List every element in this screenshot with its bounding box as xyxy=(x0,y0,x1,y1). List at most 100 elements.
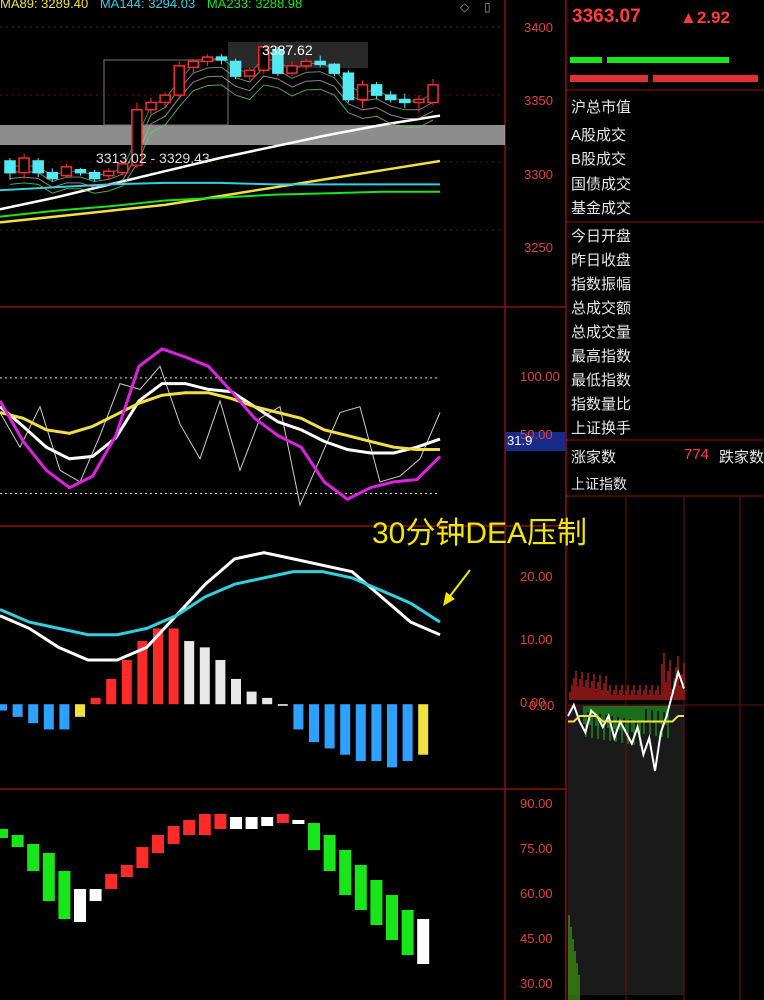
momentum-bar xyxy=(261,817,274,826)
macd-tick: 20.00 xyxy=(520,568,553,584)
price-tick: 3400 xyxy=(524,20,553,36)
candle-body xyxy=(342,72,355,101)
macd-bar xyxy=(215,660,226,705)
momentum-bar xyxy=(401,910,414,955)
momentum-bar xyxy=(230,817,242,829)
kdj-tick: 100.00 xyxy=(520,368,560,384)
momentum-bar xyxy=(183,820,196,835)
macd-dea-line xyxy=(0,570,441,637)
macd-bar xyxy=(402,704,413,762)
momentum-bar xyxy=(89,889,102,901)
macd-tick: 10.00 xyxy=(520,632,553,648)
momentum-bar xyxy=(120,865,133,877)
price-tick: 3250 xyxy=(524,239,553,255)
ma89-legend: MA89: 3289.40 xyxy=(0,0,89,11)
momentum-tick: 75.00 xyxy=(520,841,553,856)
momentum-bar xyxy=(11,835,24,847)
momentum-bar xyxy=(370,880,383,925)
macd-bar xyxy=(59,704,70,730)
candle-body xyxy=(32,160,44,174)
macd-bar xyxy=(184,641,195,705)
momentum-bar xyxy=(58,871,71,919)
stat-label: 昨日收盘 xyxy=(571,252,632,269)
stat-label: 上证换手 xyxy=(571,420,632,437)
momentum-bar xyxy=(167,826,180,844)
macd-bar xyxy=(106,678,117,705)
ma233-legend: MA233: 3288.98 xyxy=(206,0,303,11)
macd-bar xyxy=(168,628,179,705)
candle-body xyxy=(243,69,256,77)
candle-body xyxy=(60,166,73,177)
ratio-bar-red-2 xyxy=(653,75,758,82)
annotation-arrowhead xyxy=(443,592,455,606)
macd-bar xyxy=(121,660,132,705)
momentum-bar xyxy=(27,844,40,871)
stat-label: 总成交额 xyxy=(571,300,632,317)
price-tick: 3350 xyxy=(524,93,553,109)
stat-label: 最低指数 xyxy=(571,372,632,389)
stat-label: 总成交量 xyxy=(571,324,632,341)
macd-bar xyxy=(324,704,335,749)
stat-label: 今日开盘 xyxy=(571,228,632,245)
stat-label: 国债成交 xyxy=(571,176,632,193)
momentum-tick: 60.00 xyxy=(520,886,553,901)
macd-bar xyxy=(90,697,101,705)
momentum-bar xyxy=(198,814,211,835)
stat-label: 基金成交 xyxy=(571,200,632,217)
momentum-tick: 30.00 xyxy=(520,976,553,991)
momentum-bar xyxy=(42,853,55,901)
candle-body xyxy=(187,60,200,69)
ma-legend: MA89: 3289.40 MA144: 3294.03 MA233: 3288… xyxy=(0,0,302,11)
candle-body xyxy=(4,160,16,174)
stat-label: A股成交 xyxy=(571,127,627,144)
ratio-bar-green-1 xyxy=(570,57,602,63)
macd-bar xyxy=(246,691,257,705)
macd-bar xyxy=(75,704,85,717)
stat-label: 最高指数 xyxy=(571,348,632,365)
candle-body xyxy=(74,169,87,174)
ratio-bar-red-1 xyxy=(570,75,648,82)
momentum-bar xyxy=(276,814,289,823)
index-price: 3363.07 xyxy=(572,6,641,27)
macd-bar xyxy=(418,704,429,755)
macd-bar xyxy=(199,647,210,705)
candle-body xyxy=(18,157,30,174)
macd-bar xyxy=(355,704,366,762)
candle-body xyxy=(300,60,312,67)
macd-bar xyxy=(43,704,54,730)
momentum-bar xyxy=(308,823,320,850)
candle-body xyxy=(159,94,171,104)
momentum-tick: 90.00 xyxy=(520,796,553,811)
momentum-bar xyxy=(417,919,430,964)
candle-body xyxy=(201,56,214,63)
toggle-icon[interactable]: ▯ xyxy=(484,0,491,14)
stat-label: 指数量比 xyxy=(571,396,632,413)
macd-bar xyxy=(371,704,382,762)
candle-body xyxy=(102,170,115,177)
ratio-bar-green-2 xyxy=(607,57,729,63)
candle-body xyxy=(215,56,228,61)
momentum-bar xyxy=(152,835,164,853)
candle-body xyxy=(328,63,341,74)
resistance-band xyxy=(0,125,505,145)
macd-bar xyxy=(387,704,397,768)
momentum-bar xyxy=(354,865,367,910)
candle-body xyxy=(173,65,185,96)
price-tick: 3300 xyxy=(524,166,553,182)
momentum-bar xyxy=(136,847,149,868)
macd-bar xyxy=(231,678,241,705)
macd-bar xyxy=(12,704,23,717)
momentum-bar xyxy=(214,814,227,829)
candle-body xyxy=(413,98,425,104)
candle-body xyxy=(427,84,439,104)
down-count-label: 跌家数 xyxy=(719,449,764,466)
macd-bar xyxy=(309,704,319,743)
mini-chart-title: 上证指数 xyxy=(571,476,627,492)
kdj-current-value: 31.9 xyxy=(507,433,533,448)
macd-tick: 0.00 xyxy=(520,695,546,711)
dea-annotation: 30分钟DEA压制 xyxy=(372,517,588,550)
stat-label: 指数振幅 xyxy=(571,276,632,293)
macd-bar xyxy=(340,704,351,755)
candle-body xyxy=(399,98,411,104)
diamond-icon[interactable]: ◇ xyxy=(460,0,469,14)
